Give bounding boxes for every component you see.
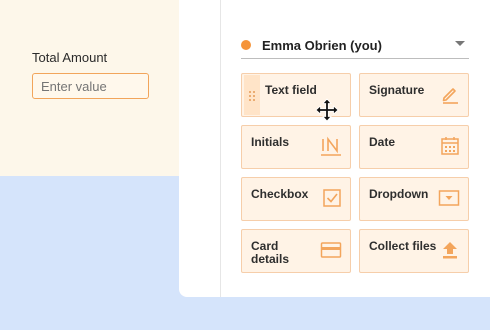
total-amount-label: Total Amount — [32, 50, 108, 65]
field-tile-label: Dropdown — [369, 187, 429, 201]
credit-card-icon — [320, 240, 342, 260]
drag-handle-icon[interactable] — [244, 75, 260, 115]
field-tile-label: Signature — [369, 83, 425, 97]
panel-divider — [220, 0, 221, 297]
pen-icon — [440, 84, 460, 104]
field-tile-date[interactable]: Date — [359, 125, 469, 169]
field-tile-label: Text field — [265, 83, 317, 97]
checkbox-icon — [322, 188, 342, 208]
signer-select[interactable]: Emma Obrien (you) — [241, 32, 469, 59]
field-tile-label: Date — [369, 135, 396, 149]
signer-color-dot — [241, 40, 251, 50]
chevron-down-icon — [455, 41, 465, 46]
field-tile-label: Card details — [251, 239, 290, 266]
field-tile-signature[interactable]: Signature — [359, 73, 469, 117]
calendar-icon — [440, 136, 460, 156]
field-tile-card-details[interactable]: Card details — [241, 229, 351, 273]
field-tile-checkbox[interactable]: Checkbox — [241, 177, 351, 221]
dropdown-icon — [438, 188, 460, 208]
field-tile-collect-files[interactable]: Collect files — [359, 229, 469, 273]
fields-panel: Emma Obrien (you) Text field Signature I… — [179, 0, 490, 297]
field-tile-label: Collect files — [369, 239, 437, 253]
field-tile-label: Checkbox — [251, 187, 309, 201]
field-tile-initials[interactable]: Initials — [241, 125, 351, 169]
signer-name: Emma Obrien (you) — [262, 37, 382, 53]
field-tile-dropdown[interactable]: Dropdown — [359, 177, 469, 221]
move-cursor-icon — [315, 98, 339, 122]
field-tile-label: Initials — [251, 135, 290, 149]
initials-icon — [320, 136, 342, 156]
upload-icon — [440, 240, 460, 260]
total-amount-input[interactable] — [32, 73, 149, 99]
form-preview: Total Amount — [0, 0, 178, 176]
